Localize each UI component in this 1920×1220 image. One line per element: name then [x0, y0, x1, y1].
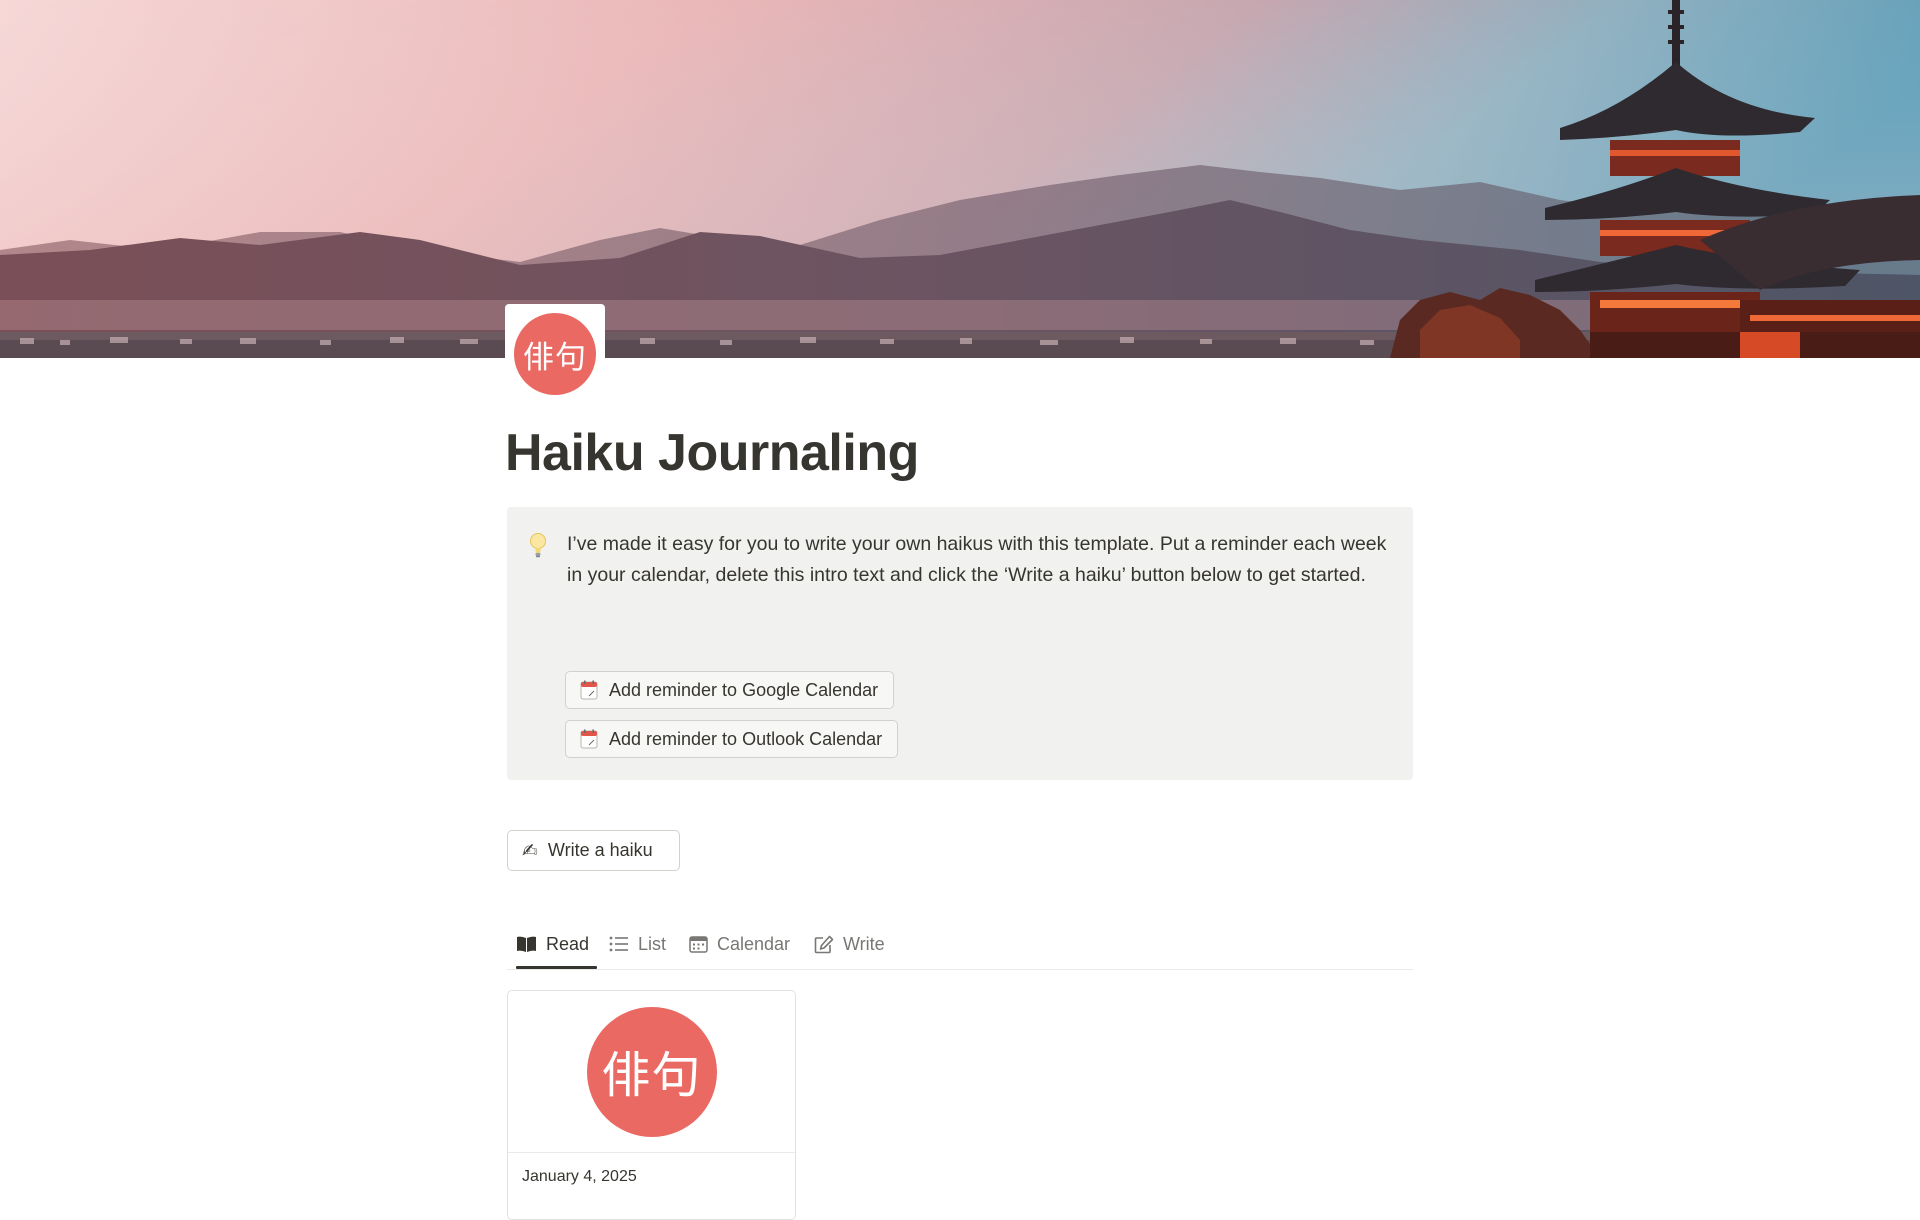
book-open-icon — [517, 936, 536, 952]
view-tabs: Read List Calendar Write — [507, 920, 1413, 970]
card-date: January 4, 2025 — [522, 1168, 637, 1185]
tab-write-label: Write — [843, 933, 885, 954]
haiku-kanji-icon: 俳句 — [586, 1006, 717, 1137]
callout-text: I’ve made it easy for you to write your … — [567, 533, 1387, 586]
calendar-icon — [580, 729, 598, 749]
tab-write[interactable]: Write — [814, 920, 885, 968]
tab-calendar-label: Calendar — [717, 933, 791, 954]
outlook-calendar-button-label: Add reminder to Outlook Calendar — [609, 728, 883, 749]
card-cover: 俳句 — [508, 991, 795, 1153]
google-calendar-button-label: Add reminder to Google Calendar — [609, 679, 879, 700]
page-icon[interactable]: 俳句 — [505, 304, 605, 404]
gallery-card[interactable]: 俳句 January 4, 2025 — [507, 990, 796, 1220]
writing-hand-icon: ✍ — [522, 839, 538, 862]
tab-calendar[interactable]: Calendar — [689, 920, 790, 968]
pagoda-sunset-landscape — [0, 0, 1920, 358]
outlook-calendar-reminder-button[interactable]: Add reminder to Outlook Calendar — [565, 720, 899, 758]
tab-list[interactable]: List — [609, 920, 666, 968]
write-haiku-button[interactable]: ✍ Write a haiku — [507, 830, 680, 871]
list-icon — [609, 936, 628, 952]
tab-read[interactable]: Read — [516, 920, 597, 969]
page-title[interactable]: Haiku Journaling — [505, 420, 919, 486]
cover-image — [0, 0, 1920, 358]
write-haiku-button-label: Write a haiku — [547, 840, 653, 860]
haiku-kanji-icon: 俳句 — [514, 313, 596, 395]
google-calendar-reminder-button[interactable]: Add reminder to Google Calendar — [565, 671, 895, 709]
calendar-icon — [580, 680, 598, 700]
edit-icon — [814, 935, 834, 953]
intro-callout: I’ve made it easy for you to write your … — [507, 507, 1413, 780]
tab-read-label: Read — [546, 933, 590, 954]
tab-list-label: List — [638, 933, 667, 954]
calendar-icon — [689, 936, 708, 953]
lightbulb-icon — [530, 533, 546, 558]
